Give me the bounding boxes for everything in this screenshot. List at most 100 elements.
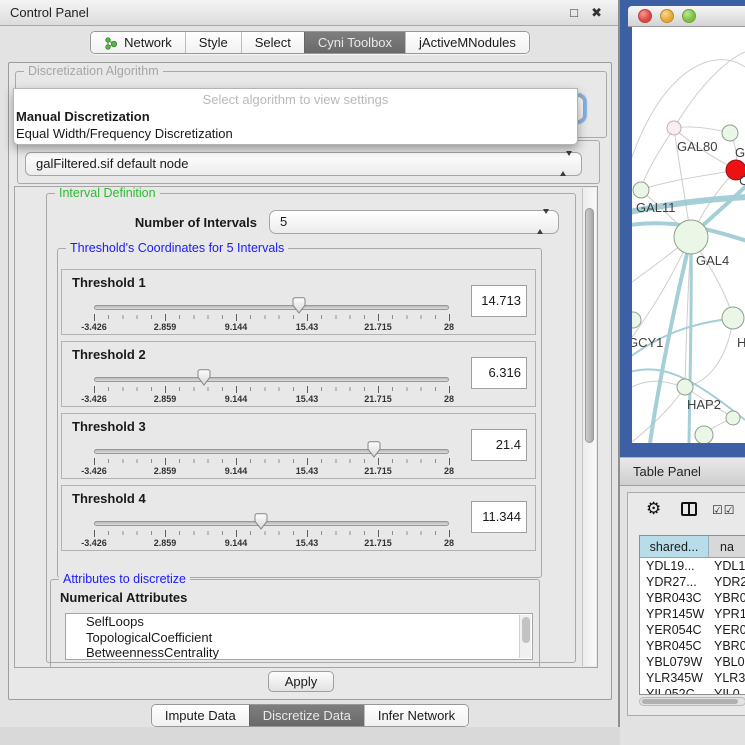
- settings-scrollbar-thumb[interactable]: [585, 208, 594, 443]
- tab-impute-data[interactable]: Impute Data: [152, 705, 249, 726]
- gear-icon[interactable]: ⚙: [646, 499, 661, 519]
- float-window-icon[interactable]: □: [570, 0, 578, 25]
- thresholds-container: Threshold 1-3.4262.8599.14415.4321.71528…: [61, 269, 536, 557]
- slider-thumb[interactable]: [367, 441, 381, 458]
- tab-label: jActiveMNodules: [419, 35, 516, 50]
- slider-major-tick: [378, 386, 379, 393]
- threshold-slider[interactable]: -3.4262.8599.14415.4321.71528: [94, 444, 449, 478]
- network-node-gal4[interactable]: [674, 220, 708, 254]
- slider-tick-label: -3.426: [81, 394, 107, 404]
- tab-discretize-data[interactable]: Discretize Data: [249, 705, 364, 726]
- network-node-pink[interactable]: [667, 121, 681, 135]
- slider-tick-label: 15.43: [296, 466, 319, 476]
- table-row[interactable]: YDR27...YDR2: [640, 574, 745, 590]
- apply-button[interactable]: Apply: [268, 671, 334, 692]
- tab-jactivemnodules[interactable]: jActiveMNodules: [405, 32, 529, 53]
- node-label-gal4: GAL4: [696, 253, 729, 268]
- attribute-list-item[interactable]: TopologicalCoefficient: [66, 630, 532, 646]
- close-window-icon[interactable]: ✖: [591, 0, 602, 25]
- table-horizontal-scrollbar[interactable]: [639, 697, 745, 706]
- discretization-algorithm-group-title: Discretization Algorithm: [24, 64, 163, 78]
- cell-shared-name: YIL052C: [640, 686, 709, 694]
- attribute-list-item[interactable]: BetweennessCentrality: [66, 645, 532, 660]
- slider-major-tick: [307, 314, 308, 321]
- number-of-intervals-label: Number of Intervals: [67, 215, 257, 230]
- slider-major-tick: [449, 314, 450, 321]
- tab-cyni-toolbox[interactable]: Cyni Toolbox: [304, 32, 405, 53]
- slider-major-tick: [378, 530, 379, 537]
- algorithm-option-equal-width-frequency-discretization[interactable]: Equal Width/Frequency Discretization: [14, 125, 577, 142]
- table-row[interactable]: YBR045CYBR0: [640, 638, 745, 654]
- table-row[interactable]: YER054CYER0: [640, 622, 745, 638]
- threshold-value-field[interactable]: 6.316: [471, 357, 527, 389]
- slider-tick-label: 28: [444, 394, 454, 404]
- slider-major-tick: [236, 386, 237, 393]
- minimize-traffic-light[interactable]: [660, 9, 674, 23]
- tab-label: Cyni Toolbox: [318, 35, 392, 50]
- network-graph: GAL80 GA C GAL11 GAL4 GCY1 H HAP2: [632, 27, 745, 443]
- column-header-name[interactable]: na: [709, 536, 745, 557]
- table-data-combo[interactable]: galFiltered.sif default node: [25, 152, 582, 176]
- tab-style[interactable]: Style: [185, 32, 241, 53]
- slider-tick-label: 2.859: [154, 322, 177, 332]
- algorithm-dropdown-popup: Select algorithm to view settings Manual…: [13, 88, 578, 145]
- tab-label: Style: [199, 35, 228, 50]
- slider-major-tick: [378, 314, 379, 321]
- threshold-value-field[interactable]: 11.344: [471, 501, 527, 533]
- node-label-gcy1: GCY1: [632, 335, 663, 350]
- number-of-intervals-spinner[interactable]: 5: [269, 210, 559, 234]
- slider-tick-label: -3.426: [81, 322, 107, 332]
- threshold-slider[interactable]: -3.4262.8599.14415.4321.71528: [94, 300, 449, 334]
- table-row[interactable]: YDL19...YDL1: [640, 558, 745, 574]
- network-canvas[interactable]: GAL80 GA C GAL11 GAL4 GCY1 H HAP2: [632, 27, 745, 443]
- threshold-panel: Threshold 1-3.4262.8599.14415.4321.71528…: [61, 269, 536, 335]
- network-node[interactable]: [695, 426, 713, 443]
- combo-arrows-icon: [560, 153, 572, 175]
- network-node[interactable]: [722, 125, 738, 141]
- table-horizontal-scrollbar-thumb[interactable]: [642, 699, 738, 704]
- threshold-slider[interactable]: -3.4262.8599.14415.4321.71528: [94, 516, 449, 550]
- algorithm-option-manual-discretization[interactable]: Manual Discretization: [14, 108, 577, 125]
- checkbox-icons[interactable]: ☑☑: [712, 503, 736, 517]
- network-node-gal11[interactable]: [633, 182, 649, 198]
- network-node[interactable]: [722, 307, 744, 329]
- threshold-label: Threshold 3: [72, 419, 146, 434]
- node-label-partial: GA: [735, 145, 745, 160]
- table-row[interactable]: YBR043CYBR0: [640, 590, 745, 606]
- network-node[interactable]: [726, 411, 740, 425]
- tab-infer-network[interactable]: Infer Network: [364, 705, 468, 726]
- slider-major-tick: [165, 458, 166, 465]
- slider-minor-ticks: [94, 459, 449, 463]
- table-row[interactable]: YPR145WYPR1: [640, 606, 745, 622]
- top-tab-bar: Network Style Select Cyni Toolbox jActiveMNo…: [90, 31, 530, 54]
- attributes-list-scrollbar-thumb[interactable]: [522, 617, 530, 643]
- table-row[interactable]: YIL052CYIL0: [640, 686, 745, 694]
- threshold-value-field[interactable]: 21.4: [471, 429, 527, 461]
- number-of-intervals-value: 5: [280, 214, 287, 229]
- threshold-value-field[interactable]: 14.713: [471, 285, 527, 317]
- table-row[interactable]: YLR345WYLR3: [640, 670, 745, 686]
- zoom-traffic-light[interactable]: [682, 9, 696, 23]
- slider-thumb[interactable]: [292, 297, 306, 314]
- table-row[interactable]: YBL079WYBL0: [640, 654, 745, 670]
- columns-icon[interactable]: [681, 502, 697, 516]
- cell-name: YBL0: [709, 654, 745, 670]
- cell-shared-name: YBL079W: [640, 654, 709, 670]
- slider-tick-label: 9.144: [225, 538, 248, 548]
- slider-tick-label: -3.426: [81, 466, 107, 476]
- slider-tick-label: 9.144: [225, 394, 248, 404]
- threshold-slider[interactable]: -3.4262.8599.14415.4321.71528: [94, 372, 449, 406]
- slider-thumb[interactable]: [197, 369, 211, 386]
- column-header-shared-name[interactable]: shared...: [640, 536, 709, 557]
- close-traffic-light[interactable]: [638, 9, 652, 23]
- tab-select[interactable]: Select: [241, 32, 304, 53]
- thresholds-group-title: Threshold's Coordinates for 5 Intervals: [66, 241, 288, 255]
- tab-network[interactable]: Network: [91, 32, 185, 53]
- attributes-list-scrollbar[interactable]: [519, 615, 531, 658]
- settings-scrollbar[interactable]: [582, 188, 596, 666]
- cell-name: YPR1: [709, 606, 745, 622]
- network-node-hap2[interactable]: [677, 379, 693, 395]
- attribute-list-item[interactable]: SelfLoops: [66, 614, 532, 630]
- slider-thumb[interactable]: [254, 513, 268, 530]
- cell-name: YDR2: [709, 574, 745, 590]
